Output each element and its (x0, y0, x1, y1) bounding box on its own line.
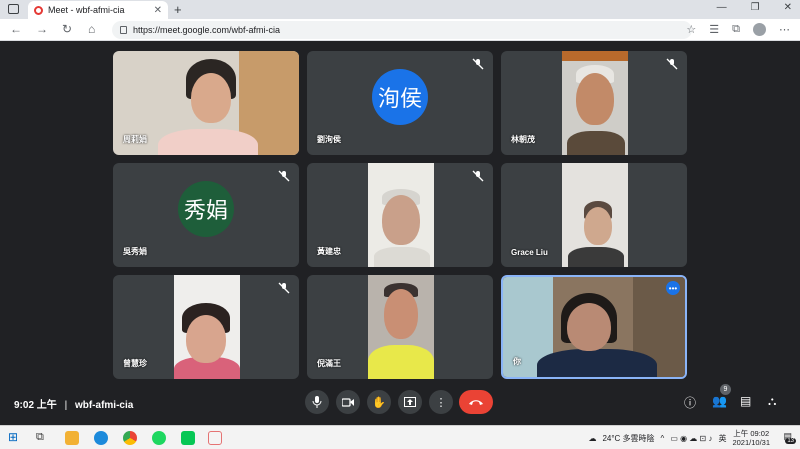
restore-icon[interactable]: ❐ (751, 2, 760, 13)
participant-tile[interactable]: 曾慧珍 (113, 275, 299, 379)
participant-video (562, 51, 628, 155)
participant-tile[interactable]: 林朝茂 (501, 51, 687, 155)
microphone-button[interactable] (305, 390, 329, 414)
more-options-icon[interactable]: ••• (666, 281, 680, 295)
present-button[interactable] (398, 390, 422, 414)
hang-up-icon (469, 400, 483, 405)
participant-video (174, 275, 240, 379)
participant-count-badge: 9 (720, 384, 731, 395)
participant-video (368, 163, 434, 267)
mic-off-icon (666, 58, 678, 70)
close-tab-icon[interactable]: ✕ (154, 5, 162, 16)
leave-call-button[interactable] (459, 390, 493, 414)
back-icon[interactable]: ← (10, 22, 22, 36)
mic-off-icon (278, 282, 290, 294)
present-icon (404, 397, 416, 407)
self-tile[interactable]: ••• 你 (501, 275, 687, 379)
taskbar-clock[interactable]: 上午 09:02 2021/10/31 (732, 429, 770, 447)
chat-icon[interactable]: ▤ (740, 394, 751, 408)
browser-tab-strip: Meet - wbf-afmi-cia ✕ + — ❐ ✕ (0, 0, 800, 19)
close-window-icon[interactable]: ✕ (784, 2, 792, 13)
edge-icon[interactable] (94, 431, 108, 445)
notification-count: 13 (785, 438, 796, 444)
chrome-icon[interactable] (123, 431, 137, 445)
mic-icon (312, 396, 322, 408)
mic-off-icon (278, 170, 290, 182)
ime-indicator[interactable]: 英 (718, 433, 726, 444)
new-tab-button[interactable]: + (174, 2, 182, 17)
self-video (503, 277, 685, 377)
mic-off-icon (472, 58, 484, 70)
lock-icon (120, 26, 127, 34)
more-options-button[interactable]: ⋮ (429, 390, 453, 414)
participant-name: 劉洵侯 (317, 135, 341, 144)
collections-icon[interactable]: ⧉ (732, 23, 740, 36)
weather-text[interactable]: 24°C 多雲時陰 (602, 433, 654, 444)
menu-icon[interactable]: ⋯ (779, 23, 790, 36)
url-text: https://meet.google.com/wbf-afmi-cia (133, 25, 281, 35)
camera-icon (342, 397, 354, 407)
participant-name: 曾慧珍 (123, 359, 147, 368)
separator: | (64, 400, 68, 411)
meeting-controls-bar: 9:02 上午 | wbf-afmi-cia ✋ ⋮ ⓘ 👥 9 ▤ ⛬ (0, 384, 800, 422)
participant-name: Grace Liu (511, 248, 548, 257)
participant-avatar: 洵侯 (372, 69, 428, 125)
meeting-code: wbf-afmi-cia (74, 400, 134, 411)
favorites-icon[interactable]: ☰ (709, 23, 719, 36)
people-button[interactable]: 👥 9 (712, 384, 731, 408)
people-icon: 👥 (712, 394, 727, 408)
show-hidden-icon[interactable]: ^ (661, 434, 665, 443)
address-bar[interactable]: https://meet.google.com/wbf-afmi-cia (112, 21, 692, 39)
forward-icon[interactable]: → (36, 22, 48, 36)
browser-tab-meet[interactable]: Meet - wbf-afmi-cia ✕ (28, 1, 168, 19)
minimize-icon[interactable]: — (717, 2, 727, 13)
participant-video (368, 275, 434, 379)
meeting-details-icon[interactable]: ⓘ (684, 394, 696, 411)
home-icon[interactable]: ⌂ (88, 22, 95, 36)
more-vert-icon: ⋮ (435, 396, 447, 409)
raise-hand-button[interactable]: ✋ (367, 390, 391, 414)
activities-icon[interactable]: ⛬ (768, 394, 776, 409)
mic-off-icon (472, 170, 484, 182)
participant-tile[interactable]: 秀娟 吳秀娟 (113, 163, 299, 267)
participant-video (562, 163, 628, 267)
window-controls: — ❐ ✕ (717, 2, 792, 13)
recording-icon (34, 5, 43, 15)
participant-tile[interactable]: 洵侯 劉洵侯 (307, 51, 493, 155)
windows-start-icon[interactable]: ⊞ (8, 430, 18, 444)
tab-actions-icon[interactable] (8, 4, 19, 14)
star-icon[interactable]: ☆ (686, 23, 696, 36)
meeting-info: 9:02 上午 | wbf-afmi-cia (14, 396, 133, 411)
reload-icon[interactable]: ↻ (62, 22, 72, 36)
system-tray: ☁ 24°C 多雲時陰 ^ ▭ ◉ ☁ ⊡ ♪ 英 上午 09:02 2021/… (588, 429, 770, 447)
participant-name: 黃建忠 (317, 247, 341, 256)
participant-tile[interactable]: 黃建忠 (307, 163, 493, 267)
weather-icon: ☁ (588, 433, 597, 443)
participant-tile[interactable]: 倪滿王 (307, 275, 493, 379)
hand-icon: ✋ (372, 396, 386, 409)
participant-name: 倪滿王 (317, 359, 341, 368)
camera-button[interactable] (336, 390, 360, 414)
participant-name: 你 (513, 357, 521, 366)
meeting-time: 9:02 上午 (14, 400, 57, 411)
participant-avatar: 秀娟 (178, 181, 234, 237)
browser-toolbar: ← → ↻ ⌂ https://meet.google.com/wbf-afmi… (0, 19, 800, 41)
participant-name: 吳秀娟 (123, 247, 147, 256)
task-view-icon[interactable]: ⧉ (36, 431, 44, 444)
participant-tile[interactable]: 周莉娟 (113, 51, 299, 155)
tab-title: Meet - wbf-afmi-cia (48, 5, 125, 15)
profile-avatar[interactable] (753, 23, 766, 36)
toolbar-actions: ☆ ☰ ⧉ ⋯ (686, 23, 790, 36)
participant-name: 周莉娟 (123, 135, 147, 144)
file-explorer-icon[interactable] (65, 431, 79, 445)
line-icon[interactable] (181, 431, 195, 445)
app-icon[interactable] (208, 431, 222, 445)
spotify-icon[interactable] (152, 431, 166, 445)
participant-name: 林朝茂 (511, 135, 535, 144)
taskbar-time: 上午 09:02 (733, 429, 770, 438)
taskbar-date: 2021/10/31 (732, 438, 770, 447)
tray-icons: ▭ ◉ ☁ ⊡ ♪ (670, 433, 713, 443)
participant-tile[interactable]: Grace Liu (501, 163, 687, 267)
windows-taskbar: ⊞ ⧉ ☁ 24°C 多雲時陰 ^ ▭ ◉ ☁ ⊡ ♪ 英 上午 09:02 2… (0, 425, 800, 449)
